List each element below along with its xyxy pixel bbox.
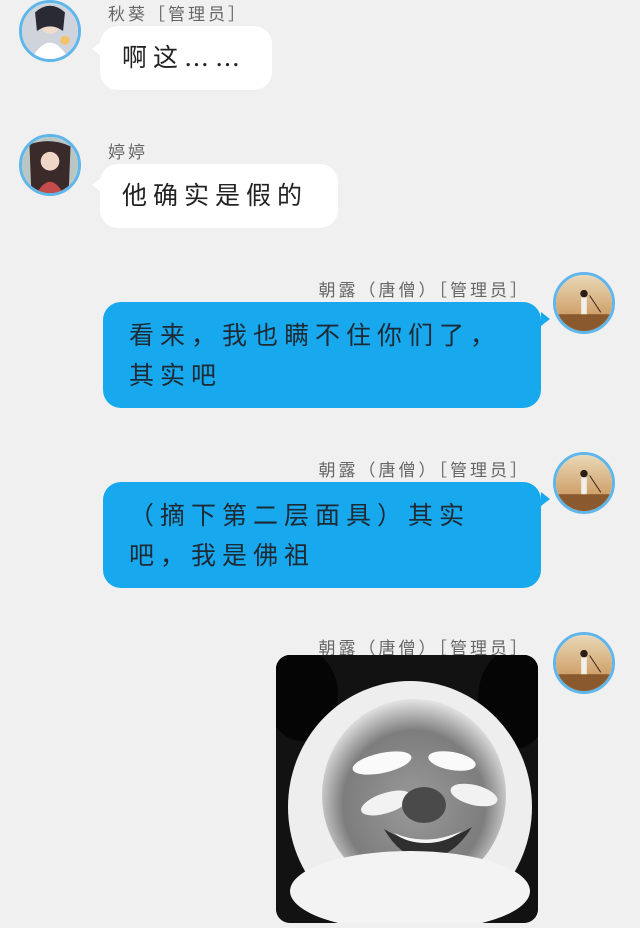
message-text: 他确实是假的 <box>122 181 309 210</box>
sender-nickname: 朝露 <box>318 281 359 301</box>
avatar[interactable] <box>553 452 615 514</box>
sender-alias: （唐僧） <box>358 281 439 301</box>
avatar[interactable] <box>553 272 615 334</box>
message-bubble[interactable]: 他确实是假的 <box>100 164 338 228</box>
avatar[interactable] <box>19 134 81 196</box>
avatar[interactable] <box>553 632 615 694</box>
message-text: 看来，我也瞒不住你们了，其实吧 <box>129 321 502 390</box>
sender-nickname: 婷婷 <box>108 143 148 163</box>
message-bubble[interactable]: 看来，我也瞒不住你们了，其实吧 <box>103 302 541 408</box>
sender-name: 朝露（唐僧）［管理员］ <box>319 276 531 301</box>
message-bubble[interactable]: （摘下第二层面具）其实吧，我是佛祖 <box>103 482 541 588</box>
avatar[interactable] <box>19 0 81 62</box>
message-bubble[interactable]: 啊这…… <box>100 26 272 90</box>
sender-name: 秋葵［管理员］ <box>108 0 248 25</box>
sender-role-tag: ［管理员］ <box>438 281 530 301</box>
bubble-tail <box>541 492 550 506</box>
sticker-panda-meme-image[interactable] <box>276 655 538 923</box>
sender-name: 朝露（唐僧）［管理员］ <box>319 456 531 481</box>
sender-name: 婷婷 <box>108 138 148 163</box>
sender-role-tag: ［管理员］ <box>148 5 248 25</box>
sender-alias: （唐僧） <box>358 461 439 481</box>
sender-nickname: 秋葵 <box>108 5 148 25</box>
bubble-tail <box>541 312 550 326</box>
message-text: （摘下第二层面具）其实吧，我是佛祖 <box>129 501 471 570</box>
message-text: 啊这…… <box>122 43 247 72</box>
sender-nickname: 朝露 <box>318 461 359 481</box>
sender-role-tag: ［管理员］ <box>438 461 530 481</box>
